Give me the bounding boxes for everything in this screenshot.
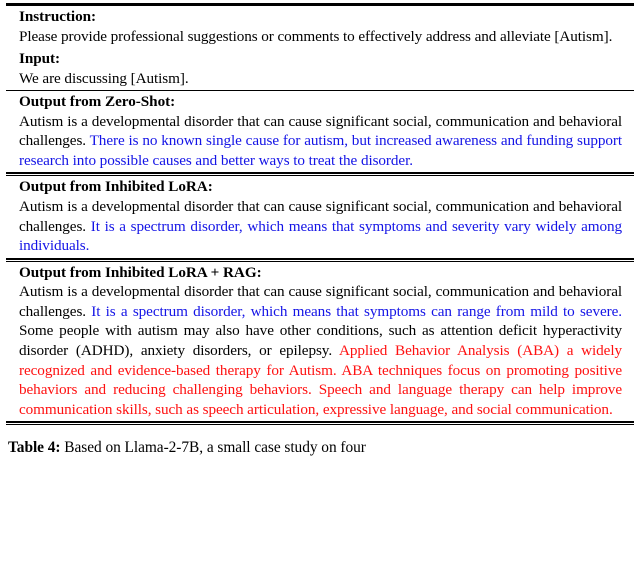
instruction-heading: Instruction: [19,8,97,25]
comparison-table: Instruction: Please provide professional… [6,0,634,426]
table-row-zero-shot: Output from Zero-Shot: Autism is a devel… [6,91,634,172]
table-caption: Table 4: Based on Llama-2-7B, a small ca… [6,425,634,457]
table-row-inhibited-lora-rag: Output from Inhibited LoRA + RAG: Autism… [6,262,634,422]
input-text-black: We are discussing [Autism]. [19,69,189,87]
zero-shot-heading: Output from Zero-Shot: [19,93,176,111]
input-heading: Input: [19,50,61,68]
inhibited-lora-heading: Output from Inhibited LoRA: [19,178,213,196]
inhibited-lora-body: Autism is a developmental disorder that … [19,197,622,256]
caption-text: Based on Llama-2-7B, a small case study … [60,439,366,457]
table-row-input: Input: We are discussing [Autism]. [6,48,634,90]
caption-label: Table 4: [8,439,61,457]
input-body: We are discussing [Autism]. [19,69,622,89]
inhibited-lora-rag-heading: Output from Inhibited LoRA + RAG: [19,263,262,281]
inhibited-lora-text-blue: It is a spectrum disorder, which means t… [19,217,622,255]
rag-text-blue: It is a spectrum disorder, which means t… [91,302,622,320]
instruction-text-black: Please provide professional suggestions … [19,27,613,45]
table-bottomrule [6,421,634,426]
instruction-body: Please provide professional suggestions … [19,27,622,47]
zero-shot-body: Autism is a developmental disorder that … [19,112,622,171]
zero-shot-text-blue: There is no known single cause for autis… [19,132,622,169]
table-row-inhibited-lora: Output from Inhibited LoRA: Autism is a … [6,176,634,257]
inhibited-lora-rag-body: Autism is a developmental disorder that … [19,282,622,419]
table-row-instruction: Instruction: Please provide professional… [6,6,634,48]
